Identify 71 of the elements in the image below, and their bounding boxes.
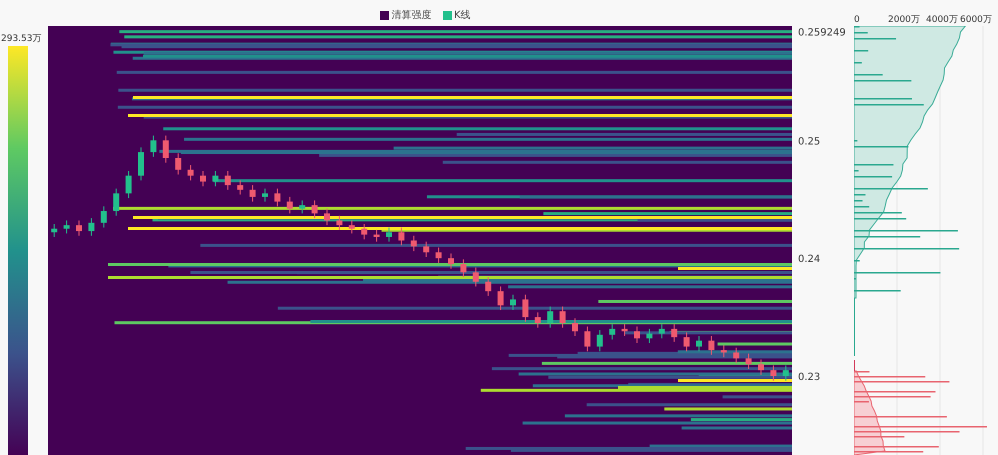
candlestick [336, 215, 342, 230]
candlestick [250, 184, 256, 202]
candlestick [175, 152, 182, 175]
candlestick [720, 344, 727, 358]
candlestick [76, 220, 82, 236]
candlestick [547, 306, 554, 328]
candlestick [782, 364, 789, 382]
candlestick [596, 330, 603, 352]
candlestick [64, 220, 70, 234]
candlestick [274, 188, 280, 207]
candlestick [522, 294, 528, 322]
price-axis-label: 0.23 [798, 372, 820, 384]
candlestick [671, 324, 678, 342]
candlestick [658, 324, 665, 339]
price-axis-label: 0.25 [798, 136, 820, 148]
candlestick [534, 312, 541, 328]
candlestick [460, 258, 466, 278]
candlestick [324, 208, 330, 226]
candlestick [126, 170, 132, 199]
candlestick [361, 224, 368, 240]
volume-axis-label: 0 [854, 14, 860, 26]
candlestick [634, 326, 640, 344]
candlestick [299, 200, 306, 214]
candlestick [708, 335, 714, 356]
candlestick [188, 164, 194, 181]
candlestick [622, 324, 628, 336]
candlestick [100, 206, 107, 228]
legend-label: 清算强度 [392, 8, 432, 22]
candlestick [88, 218, 94, 236]
candlestick [646, 328, 652, 344]
candlestick [150, 135, 156, 158]
candlestick [286, 196, 293, 214]
candlestick [684, 332, 690, 352]
candlestick [572, 318, 578, 336]
candlestick [386, 227, 392, 242]
legend-label: K线 [454, 8, 471, 22]
volume-axis-label: 4000万 [926, 14, 958, 26]
volume-axis-label: 2000万 [888, 14, 920, 26]
candlestick [770, 364, 776, 382]
candlestick [51, 224, 58, 238]
volume-axis-label: 6000万 [960, 14, 992, 26]
candlestick [609, 324, 616, 340]
candlestick [498, 286, 504, 311]
candlestick [237, 180, 244, 196]
candlestick [200, 170, 206, 187]
candlestick [410, 235, 417, 252]
candlestick [696, 335, 702, 352]
candlestick [398, 227, 404, 246]
candlestick [138, 146, 144, 181]
candlestick [758, 359, 764, 376]
price-axis-label: 0.259249 [798, 27, 846, 38]
scale-max-label: 293.53万 [1, 33, 42, 46]
candlestick [485, 276, 492, 296]
candlestick [348, 220, 355, 234]
candlestick [374, 229, 380, 242]
candlestick [162, 135, 169, 164]
candlestick [423, 241, 430, 258]
price-axis-label: 0.24 [798, 254, 820, 266]
candlestick [113, 188, 120, 216]
candlestick [510, 294, 516, 311]
candlestick [212, 170, 218, 187]
candlestick [312, 200, 318, 219]
candlestick [262, 188, 268, 202]
candlestick [560, 306, 566, 328]
candlestick [448, 252, 454, 270]
candlestick [584, 326, 590, 352]
candlestick [224, 170, 231, 190]
candlestick [733, 347, 740, 364]
candlestick [436, 247, 442, 264]
candlestick [472, 267, 479, 287]
candlestick [746, 353, 752, 370]
